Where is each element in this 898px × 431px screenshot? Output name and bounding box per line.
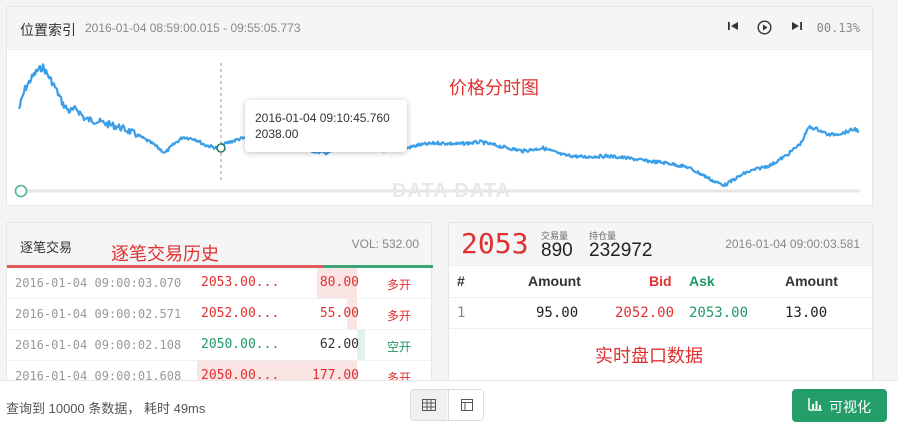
scrubber-handle[interactable] [14,184,28,198]
play-icon[interactable] [757,20,772,38]
view-toggle[interactable] [410,389,484,421]
bid-amount: 95.00 [536,305,579,321]
hover-point [216,143,226,153]
trade-time: 2016-01-04 09:00:02.571 [15,307,182,321]
book-annotation: 实时盘口数据 [595,346,703,366]
volume-value: 890 [541,240,573,261]
panel-title: 逐笔交易 [20,240,73,255]
trade-volume: 55.00 [319,306,359,321]
order-book-header: 2053 交易量 890 持仓量 232972 2016-01-04 09:00… [449,223,872,266]
footer-bar: 查询到 10000 条数据， 耗时 49ms 可视化 [0,380,898,431]
chart-annotation: 价格分时图 [449,78,539,98]
bid-price: 2052.00 [615,305,675,321]
last-price: 2053 [461,227,529,260]
progress-percent: 00.13% [816,21,860,35]
query-status: 查询到 10000 条数据， 耗时 49ms [6,401,206,416]
chart-tooltip: 2016-01-04 09:10:45.760 2038.00 [245,100,407,152]
order-book-panel: 2053 交易量 890 持仓量 232972 2016-01-04 09:00… [448,222,873,382]
trade-type: 空开 [387,340,412,354]
trade-price: 2053.00... [201,275,279,290]
visualize-label: 可视化 [829,399,871,415]
panel-view-icon[interactable] [448,390,483,420]
col-header-bid-amount: Amount [528,273,581,289]
col-header-index: # [457,273,465,289]
trade-row[interactable]: 2016-01-04 09:00:03.070 2053.00... 80.00… [7,268,431,299]
col-header-ask: Ask [689,273,715,289]
trade-price: 2052.00... [201,306,279,321]
trade-type: 多开 [387,309,412,323]
trade-row[interactable]: 2016-01-04 09:00:02.108 2050.00... 62.00… [7,330,431,361]
watermark: DATA DATA [392,180,511,202]
visualize-button[interactable]: 可视化 [792,389,887,422]
col-header-bid: Bid [649,273,672,289]
tooltip-time: 2016-01-04 09:10:45.760 [255,111,390,125]
skip-forward-icon[interactable] [791,20,803,35]
book-time: 2016-01-04 09:00:03.581 [725,237,860,251]
price-line [17,63,860,188]
trades-header: 逐笔交易 VOL: 532.00 [7,223,431,268]
skip-back-icon[interactable] [727,20,739,35]
open-interest-value: 232972 [589,240,653,261]
bar-chart-icon [808,398,822,414]
order-book-row[interactable]: 1 95.00 2052.00 2053.00 13.00 [449,297,872,329]
price-panel-header: 位置索引 2016-01-04 08:59:00.015 - 09:55:05.… [7,7,872,50]
total-volume: VOL: 532.00 [351,237,419,251]
price-panel: 位置索引 2016-01-04 08:59:00.015 - 09:55:05.… [6,6,873,206]
trades-panel: 逐笔交易 VOL: 532.00 逐笔交易历史 2016-01-04 09:00… [6,222,433,392]
table-view-icon[interactable] [411,390,447,420]
trades-annotation: 逐笔交易历史 [111,244,219,264]
trade-row[interactable]: 2016-01-04 09:00:02.571 2052.00... 55.00… [7,299,431,330]
trade-volume: 80.00 [319,275,359,290]
col-header-ask-amount: Amount [785,273,838,289]
row-index: 1 [457,305,466,321]
trade-volume: 62.00 [319,337,359,352]
trade-time: 2016-01-04 09:00:03.070 [15,276,182,290]
time-range: 2016-01-04 08:59:00.015 - 09:55:05.773 [85,21,301,35]
tooltip-value: 2038.00 [255,127,299,141]
panel-title: 位置索引 [20,22,76,38]
trade-type: 多开 [387,278,412,292]
ask-price: 2053.00 [689,305,749,321]
trade-price: 2050.00... [201,337,279,352]
ask-amount: 13.00 [785,305,828,321]
trade-time: 2016-01-04 09:00:02.108 [15,338,182,352]
